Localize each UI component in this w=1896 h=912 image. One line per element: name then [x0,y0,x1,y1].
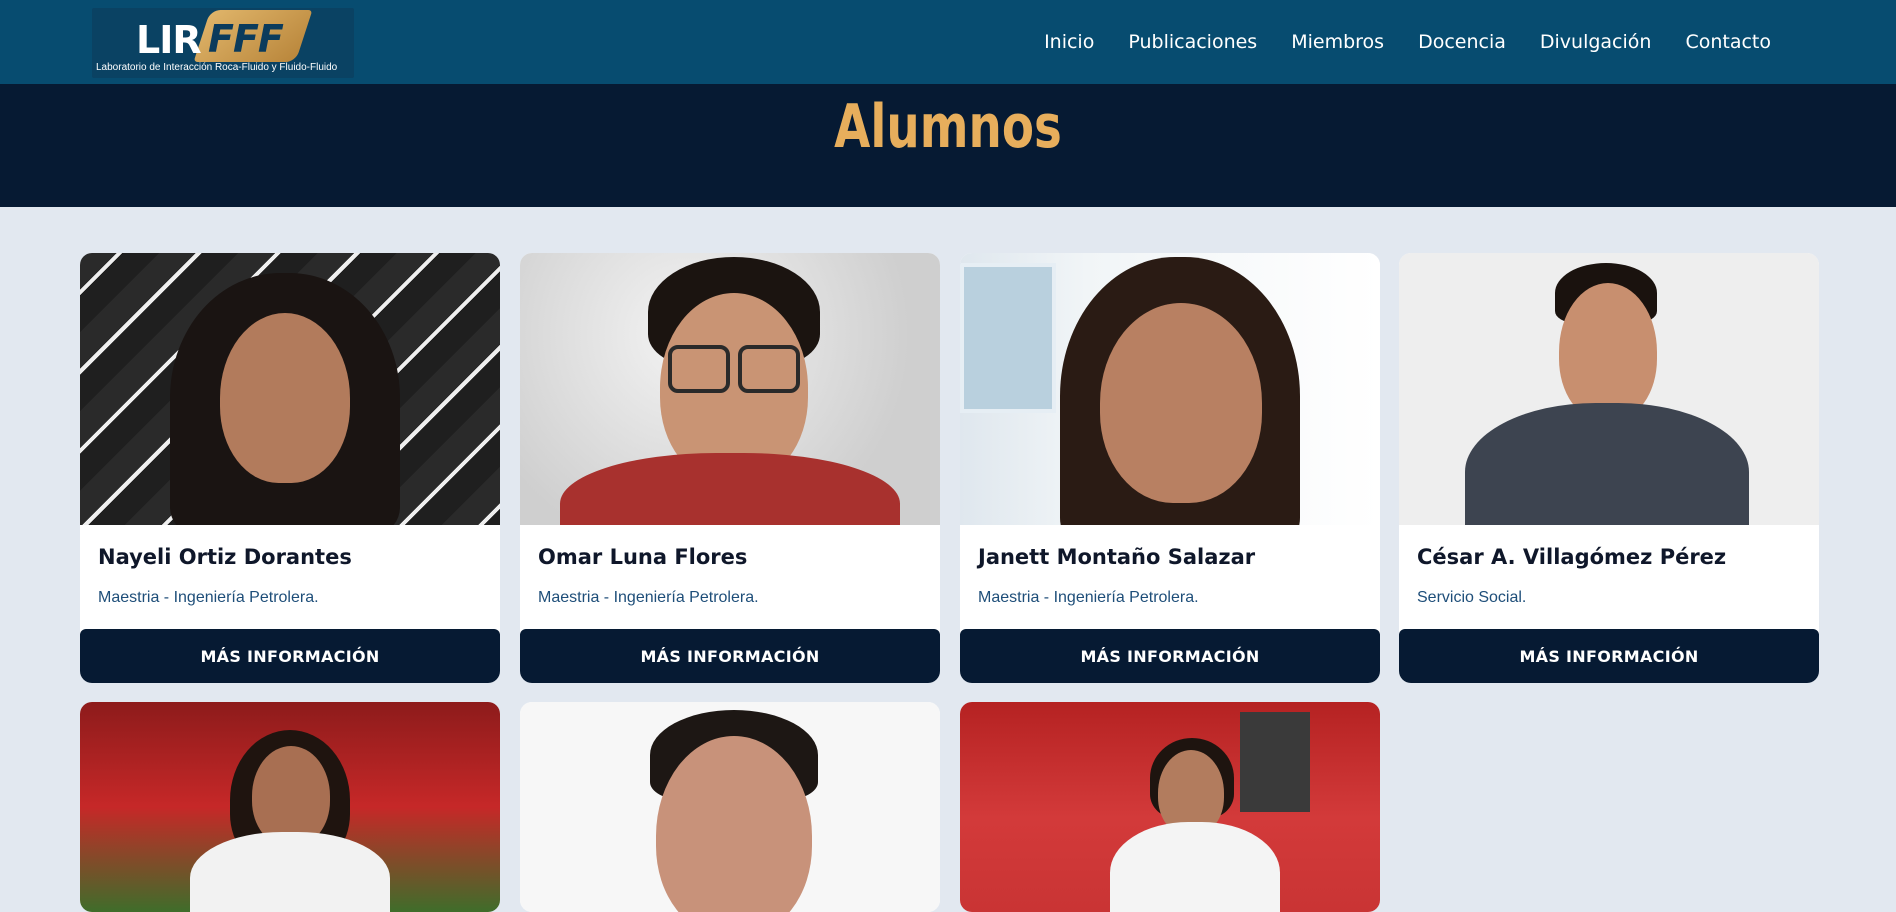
logo-text-main: LIR [136,18,202,62]
logo-subtitle: Laboratorio de Interacción Roca-Fluido y… [96,62,338,73]
student-program: Maestria - Ingeniería Petrolera. [98,589,319,606]
student-card: Omar Luna Flores Maestria - Ingeniería P… [520,253,940,683]
student-program: Maestria - Ingeniería Petrolera. [538,589,759,606]
student-program: Servicio Social. [1417,589,1527,606]
page-title-band: Alumnos [0,84,1896,207]
more-info-button[interactable]: MÁS INFORMACIÓN [960,629,1380,683]
student-name: Nayeli Ortiz Dorantes [98,545,352,569]
student-card [80,702,500,912]
student-card [960,702,1380,912]
nav-contacto[interactable]: Contacto [1668,31,1788,53]
site-logo[interactable]: LIR FFF Laboratorio de Interacción Roca-… [92,8,354,78]
student-card: Janett Montaño Salazar Maestria - Ingeni… [960,253,1380,683]
student-photo [520,702,940,912]
main-nav: Inicio Publicaciones Miembros Docencia D… [1027,0,1788,84]
nav-docencia[interactable]: Docencia [1401,31,1523,53]
top-navbar: LIR FFF Laboratorio de Interacción Roca-… [0,0,1896,84]
student-name: Omar Luna Flores [538,545,748,569]
logo-text-badge: FFF [208,17,284,61]
student-card: Nayeli Ortiz Dorantes Maestria - Ingenie… [80,253,500,683]
student-photo [80,702,500,912]
student-photo [960,702,1380,912]
student-program: Maestria - Ingeniería Petrolera. [978,589,1199,606]
student-photo [960,253,1380,525]
nav-inicio[interactable]: Inicio [1027,31,1111,53]
student-card: César A. Villagómez Pérez Servicio Socia… [1399,253,1819,683]
student-photo [520,253,940,525]
more-info-button[interactable]: MÁS INFORMACIÓN [80,629,500,683]
student-card [520,702,940,912]
nav-miembros[interactable]: Miembros [1274,31,1401,53]
more-info-button[interactable]: MÁS INFORMACIÓN [1399,629,1819,683]
student-name: Janett Montaño Salazar [978,545,1256,569]
nav-divulgacion[interactable]: Divulgación [1523,31,1669,53]
student-photo [1399,253,1819,525]
student-photo [80,253,500,525]
page-title: Alumnos [834,92,1062,162]
student-name: César A. Villagómez Pérez [1417,545,1727,569]
more-info-button[interactable]: MÁS INFORMACIÓN [520,629,940,683]
nav-publicaciones[interactable]: Publicaciones [1111,31,1274,53]
